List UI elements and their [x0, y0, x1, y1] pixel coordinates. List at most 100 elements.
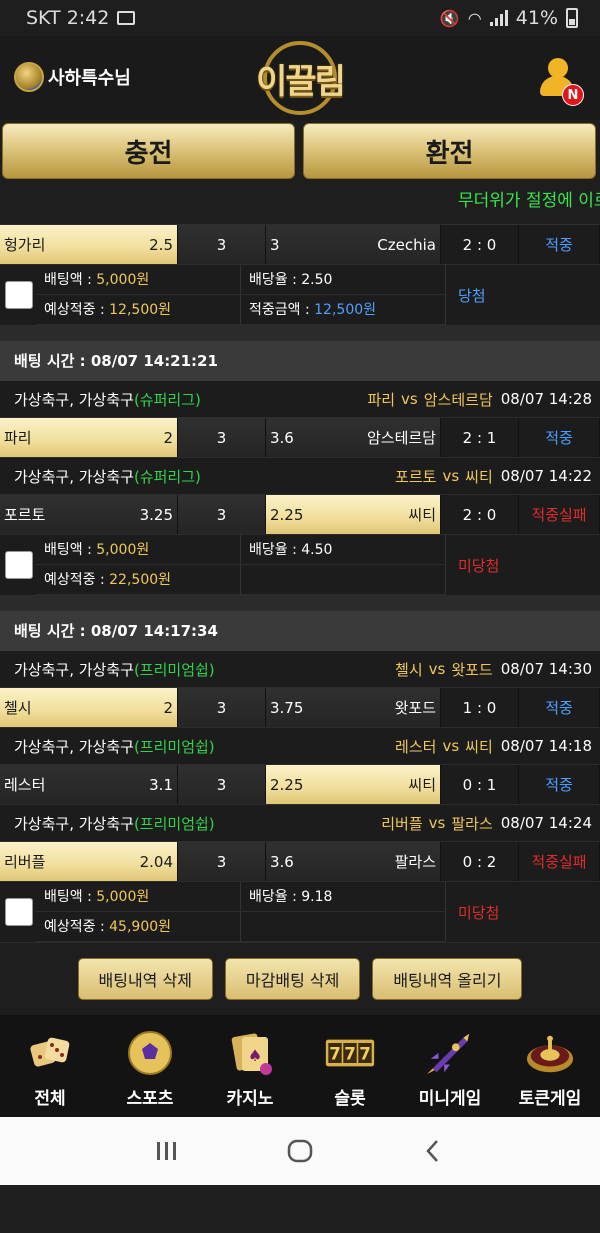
- match-header: 가상축구, 가상축구 (슈퍼리그) 파리 vs 암스테르담 08/07 14:28: [0, 381, 600, 418]
- battery-percent: 41%: [515, 7, 558, 29]
- notice-marquee: 무더위가 절정에 이르: [458, 191, 600, 211]
- score: 2 : 1: [441, 418, 519, 457]
- result-label: 적중실패: [519, 842, 600, 881]
- system-nav-bar: [0, 1117, 600, 1185]
- nav-sports[interactable]: 스포츠: [102, 1028, 198, 1109]
- home-odds-cell[interactable]: 첼시 2: [0, 688, 178, 727]
- draw-odds-cell[interactable]: 3: [178, 495, 266, 534]
- svg-text:7: 7: [344, 1044, 356, 1063]
- dice-icon: [25, 1028, 75, 1078]
- bet-summary: 배팅액 : 5,000원 배당율 : 9.18 예상적중 : 45,900원 미…: [0, 882, 600, 943]
- charge-button[interactable]: 충전: [2, 123, 295, 179]
- mute-icon: 🔇: [439, 8, 460, 28]
- cards-icon: ♠: [225, 1028, 275, 1078]
- notification-badge: N: [562, 84, 584, 106]
- draw-odds-cell[interactable]: 3: [178, 765, 266, 804]
- draw-odds-cell[interactable]: 3: [178, 842, 266, 881]
- odds-row: 헝가리 2.5 3 3 Czechia 2 : 0 적중: [0, 225, 600, 265]
- match-header: 가상축구, 가상축구 (프리미엄쉽) 리버플 vs 팔라스 08/07 14:24: [0, 805, 600, 842]
- match-header: 가상축구, 가상축구 (프리미엄쉽) 레스터 vs 씨티 08/07 14:18: [0, 728, 600, 765]
- score: 2 : 0: [441, 495, 519, 534]
- gallery-icon: [117, 11, 136, 25]
- bet-amount: 5,000원: [96, 542, 150, 558]
- user-info[interactable]: 사하특수님: [14, 62, 131, 92]
- exchange-button[interactable]: 환전: [303, 123, 596, 179]
- odds-rate: 9.18: [301, 889, 333, 905]
- home-odds-cell[interactable]: 레스터 3.1: [0, 765, 178, 804]
- slip-status: 미당첨: [458, 903, 500, 922]
- logo[interactable]: 이끌림: [248, 40, 352, 116]
- svg-text:7: 7: [329, 1044, 341, 1063]
- odds-row: 레스터 3.1 3 2.25 씨티 0 : 1 적중: [0, 765, 600, 805]
- signal-icon: [489, 10, 508, 26]
- odds-row: 첼시 2 3 3.75 왓포드 1 : 0 적중: [0, 688, 600, 728]
- odds-rate: 2.50: [301, 272, 333, 288]
- wifi-icon: ◠: [467, 8, 482, 28]
- home-odds-cell[interactable]: 포르토 3.25: [0, 495, 178, 534]
- away-odds-cell[interactable]: 3.6 암스테르담: [266, 418, 441, 457]
- slot-777-icon: 777: [325, 1028, 375, 1078]
- logo-text: 이끌림: [256, 61, 346, 102]
- result-label: 적중: [519, 225, 600, 264]
- slip-status: 미당첨: [458, 556, 500, 575]
- result-label: 적중실패: [519, 495, 600, 534]
- app-header: 사하특수님 이끌림 N: [0, 36, 600, 120]
- roulette-icon: [525, 1028, 575, 1078]
- carrier-time: SKT 2:42: [26, 7, 110, 29]
- bottom-nav: 전체 스포츠 ♠ 카지노 777 슬롯 미니게임 토큰게임: [0, 1015, 600, 1117]
- home-odds-cell[interactable]: 파리 2: [0, 418, 178, 457]
- odds-row: 파리 2 3 3.6 암스테르담 2 : 1 적중: [0, 418, 600, 458]
- result-label: 적중: [519, 765, 600, 804]
- select-checkbox[interactable]: [0, 882, 36, 942]
- score: 2 : 0: [441, 225, 519, 264]
- draw-odds-cell[interactable]: 3: [178, 418, 266, 457]
- expected-win: 45,900원: [109, 919, 172, 935]
- soccer-ball-icon: [125, 1028, 175, 1078]
- bet-summary: 배팅액 : 5,000원 배당율 : 2.50 예상적중 : 12,500원 적…: [0, 265, 600, 326]
- home-icon[interactable]: [280, 1131, 320, 1171]
- match-header: 가상축구, 가상축구 (슈퍼리그) 포르토 vs 씨티 08/07 14:22: [0, 458, 600, 495]
- nav-slot[interactable]: 777 슬롯: [302, 1028, 398, 1109]
- away-odds-cell[interactable]: 2.25 씨티: [266, 495, 441, 534]
- status-bar: SKT 2:42 🔇 ◠ 41%: [0, 0, 600, 36]
- upload-history-button[interactable]: 배팅내역 올리기: [372, 958, 523, 1000]
- delete-history-button[interactable]: 배팅내역 삭제: [77, 958, 213, 1000]
- expected-win: 12,500원: [109, 302, 172, 318]
- svg-text:♠: ♠: [248, 1046, 262, 1065]
- delete-closed-button[interactable]: 마감배팅 삭제: [224, 958, 361, 1000]
- away-odds-cell[interactable]: 3.75 왓포드: [266, 688, 441, 727]
- draw-odds-cell[interactable]: 3: [178, 225, 266, 264]
- action-bar: 배팅내역 삭제 마감배팅 삭제 배팅내역 올리기: [0, 943, 600, 1015]
- slip-status: 당첨: [458, 286, 486, 305]
- home-odds-cell[interactable]: 리버플 2.04: [0, 842, 178, 881]
- svg-text:7: 7: [359, 1044, 371, 1063]
- nav-tokengame[interactable]: 토큰게임: [502, 1028, 598, 1109]
- away-odds-cell[interactable]: 3.6 팔라스: [266, 842, 441, 881]
- draw-odds-cell[interactable]: 3: [178, 688, 266, 727]
- select-checkbox[interactable]: [0, 535, 36, 595]
- profile-button[interactable]: N: [538, 58, 584, 106]
- result-label: 적중: [519, 418, 600, 457]
- select-checkbox[interactable]: [0, 265, 36, 325]
- match-header: 가상축구, 가상축구 (프리미엄쉽) 첼시 vs 왓포드 08/07 14:30: [0, 651, 600, 688]
- recent-apps-icon[interactable]: [147, 1131, 187, 1171]
- odds-row: 리버플 2.04 3 3.6 팔라스 0 : 2 적중실패: [0, 842, 600, 882]
- nav-minigame[interactable]: 미니게임: [402, 1028, 498, 1109]
- bet-time: 배팅 시간 : 08/07 14:21:21: [0, 341, 600, 381]
- battery-icon: [566, 8, 578, 28]
- away-odds-cell[interactable]: 2.25 씨티: [266, 765, 441, 804]
- score: 0 : 2: [441, 842, 519, 881]
- bet-time: 배팅 시간 : 08/07 14:17:34: [0, 611, 600, 651]
- user-icon: [548, 58, 568, 78]
- nav-all[interactable]: 전체: [2, 1028, 98, 1109]
- win-amount: 12,500원: [314, 302, 377, 318]
- charge-row: 충전 환전: [0, 120, 600, 184]
- odds-rate: 4.50: [301, 542, 333, 558]
- back-icon[interactable]: [413, 1131, 453, 1171]
- home-odds-cell[interactable]: 헝가리 2.5: [0, 225, 178, 264]
- score: 0 : 1: [441, 765, 519, 804]
- bet-amount: 5,000원: [96, 272, 150, 288]
- away-odds-cell[interactable]: 3 Czechia: [266, 225, 441, 264]
- nav-casino[interactable]: ♠ 카지노: [202, 1028, 298, 1109]
- rocket-icon: [425, 1028, 475, 1078]
